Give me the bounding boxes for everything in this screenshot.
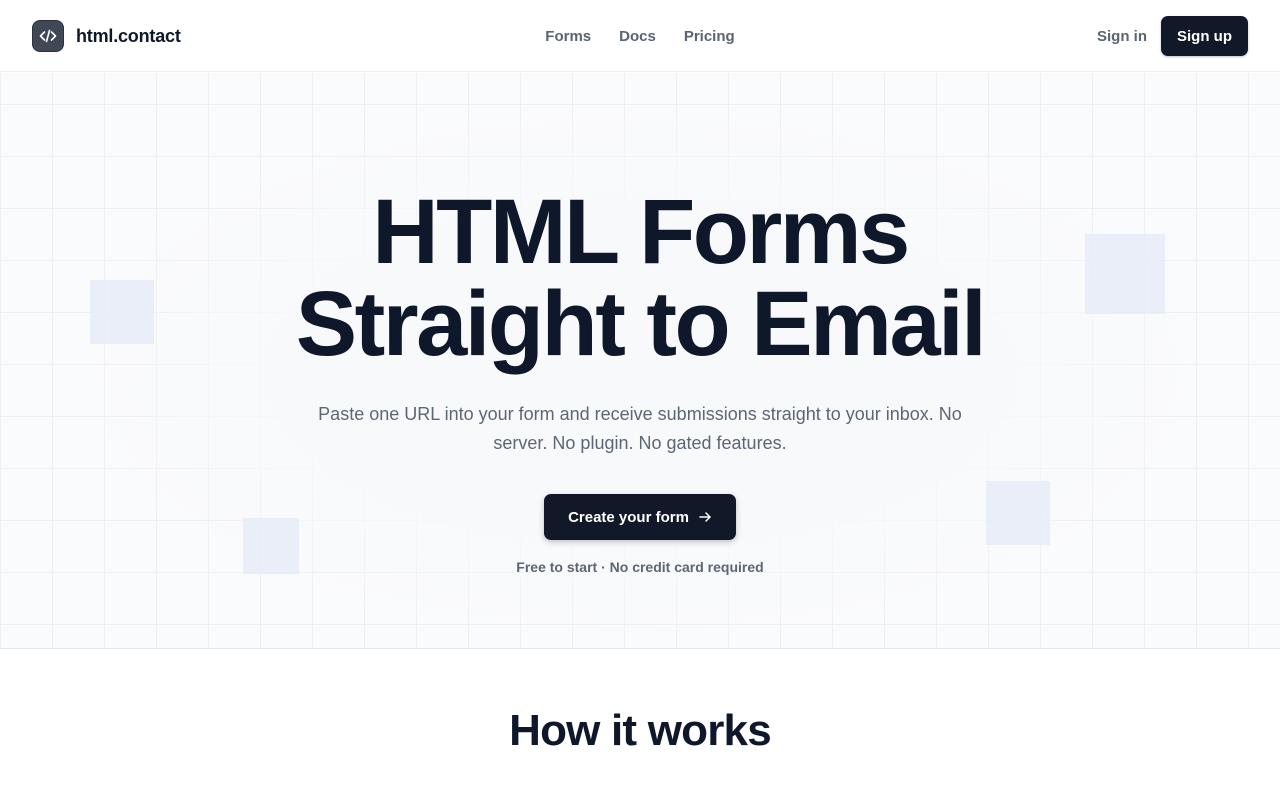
hero-title-line-2: Straight to Email [295,273,987,375]
hero-section: HTML Forms Straight to Email Paste one U… [0,73,1280,649]
sign-up-button[interactable]: Sign up [1161,16,1248,56]
how-it-works-section: How it works [0,650,1280,800]
hero-subtitle: Paste one URL into your form and receive… [318,404,962,453]
how-it-works-title: How it works [509,706,772,755]
site-header: html.contact Forms Docs Pricing Sign in … [0,0,1280,72]
brand-name: html.contact [76,25,181,46]
hero-title-line-1: HTML Forms [372,181,910,283]
main-nav: Forms Docs Pricing [0,0,1280,72]
code-icon [32,20,64,52]
arrow-right-icon [698,510,712,524]
hero-title: HTML Forms Straight to Email [0,186,1280,370]
nav-link-forms[interactable]: Forms [545,28,591,45]
decorative-square [986,481,1050,545]
hero-note: Free to start · No credit card required [516,559,764,575]
sign-in-link[interactable]: Sign in [1097,28,1147,45]
nav-link-docs[interactable]: Docs [619,28,656,45]
nav-link-pricing[interactable]: Pricing [684,28,735,45]
create-form-label: Create your form [568,508,689,526]
auth-actions: Sign in Sign up [1097,16,1248,56]
brand-link[interactable]: html.contact [32,20,181,52]
create-form-button[interactable]: Create your form [544,494,736,540]
